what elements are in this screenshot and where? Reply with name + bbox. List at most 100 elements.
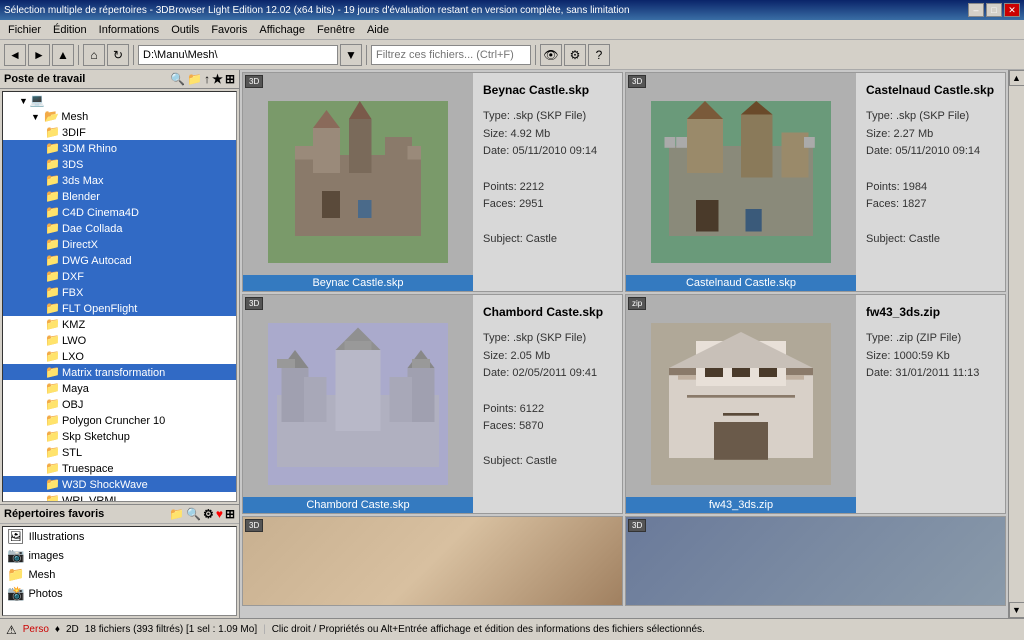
right-scrollbar: ▲ ▼ xyxy=(1008,70,1024,618)
tree-item-maya[interactable]: 📁Maya xyxy=(3,380,236,396)
ws-icon-star[interactable]: ★ xyxy=(212,72,223,86)
fav-item-illustrations[interactable]: 🖼Illustrations xyxy=(3,527,236,546)
help-button[interactable]: ? xyxy=(588,44,610,66)
path-dropdown[interactable]: ▼ xyxy=(340,44,362,66)
tree-item-flt-openflight[interactable]: 📁FLT OpenFlight xyxy=(3,300,236,316)
file-faces-chambord: Faces: 5870 xyxy=(483,418,612,436)
file-card-chambord[interactable]: 3D Chambord Caste.skp Chambord Caste.skp… xyxy=(242,294,623,514)
favorites-icons: 📁 🔍 ⚙ ♥ ⊞ xyxy=(169,507,235,521)
tree-item-skp-sketchup[interactable]: 📁Skp Sketchup xyxy=(3,428,236,444)
favorites-list: 🖼Illustrations📷 images 📁Mesh📸Photos xyxy=(2,526,237,616)
file-card-partial-1[interactable]: 3D xyxy=(625,516,1006,606)
workstation-icons: 🔍 📁 ↑ ★ ⊞ xyxy=(170,72,235,86)
file-date-chambord: Date: 02/05/2011 09:41 xyxy=(483,365,612,383)
tree-item-matrix-transformation[interactable]: 📁Matrix transformation xyxy=(3,364,236,380)
settings-button[interactable]: ⚙ xyxy=(564,44,586,66)
forward-button[interactable]: ► xyxy=(28,44,50,66)
ws-icon-search[interactable]: 🔍 xyxy=(170,72,185,86)
back-button[interactable]: ◄ xyxy=(4,44,26,66)
close-button[interactable]: ✕ xyxy=(1004,3,1020,17)
up-button[interactable]: ▲ xyxy=(52,44,74,66)
file-info-chambord: Chambord Caste.skp Type: .skp (SKP File)… xyxy=(473,295,622,513)
status-perso-label: Perso xyxy=(23,624,49,635)
status-dim-icon: ♦ xyxy=(55,624,60,635)
tree-item-3ds-max[interactable]: 📁3ds Max xyxy=(3,172,236,188)
fav-icon: 📷 xyxy=(7,547,24,564)
titlebar-controls[interactable]: – □ ✕ xyxy=(968,3,1020,17)
tree-item-dae-collada[interactable]: 📁Dae Collada xyxy=(3,220,236,236)
file-caption-chambord: Chambord Caste.skp xyxy=(243,497,473,513)
file-points-chambord: Points: 6122 xyxy=(483,401,612,419)
tree-item-dxf[interactable]: 📁DXF xyxy=(3,268,236,284)
tree-item-lxo[interactable]: 📁LXO xyxy=(3,348,236,364)
status-separator: | xyxy=(263,624,266,635)
file-info-fw43: fw43_3ds.zip Type: .zip (ZIP File) Size:… xyxy=(856,295,1005,513)
file-type-fw43: Type: .zip (ZIP File) xyxy=(866,330,995,348)
scroll-down-button[interactable]: ▼ xyxy=(1009,602,1024,618)
fav-label: images xyxy=(28,550,63,562)
tree-item-wrl-vrml[interactable]: 📁WRL VRML xyxy=(3,492,236,502)
tree-item-3ds[interactable]: 📁3DS xyxy=(3,156,236,172)
file-thumbnail-partial-0: 3D xyxy=(243,517,622,605)
tree-item-truespace[interactable]: 📁Truespace xyxy=(3,460,236,476)
fav-label: Photos xyxy=(28,588,62,600)
filter-input[interactable] xyxy=(371,45,531,65)
file-size-castelnaud: Size: 2.27 Mb xyxy=(866,126,995,144)
tree-item-mesh[interactable]: ▼ 📂Mesh xyxy=(3,108,236,124)
maximize-button[interactable]: □ xyxy=(986,3,1002,17)
tree-item-polygon-cruncher-10[interactable]: 📁Polygon Cruncher 10 xyxy=(3,412,236,428)
fav-icon: 📁 xyxy=(7,566,24,583)
tree-item-obj[interactable]: 📁OBJ xyxy=(3,396,236,412)
favorites-label: Répertoires favoris xyxy=(4,508,104,520)
menu-item-édition[interactable]: Édition xyxy=(47,22,93,38)
ws-icon-grid[interactable]: ⊞ xyxy=(225,72,235,86)
menu-item-fenêtre[interactable]: Fenêtre xyxy=(311,22,361,38)
tree-item-lwo[interactable]: 📁LWO xyxy=(3,332,236,348)
fav-icon-settings[interactable]: ⚙ xyxy=(203,507,214,521)
tree-item-3dif[interactable]: 📁3DIF xyxy=(3,124,236,140)
scroll-up-button[interactable]: ▲ xyxy=(1009,70,1024,86)
menu-item-informations[interactable]: Informations xyxy=(93,22,166,38)
minimize-button[interactable]: – xyxy=(968,3,984,17)
file-card-fw43[interactable]: zip fw43_3ds.zip fw43_3ds.zip Type: .zip… xyxy=(625,294,1006,514)
favorites-header: Répertoires favoris 📁 🔍 ⚙ ♥ ⊞ xyxy=(0,505,239,524)
file-card-castelnaud[interactable]: 3D Castelnaud Castle.skp Castelnaud Cast… xyxy=(625,72,1006,292)
tree-item-kmz[interactable]: 📁KMZ xyxy=(3,316,236,332)
fav-item-images[interactable]: 📷 images xyxy=(3,546,236,565)
file-subject-castelnaud: Subject: Castle xyxy=(866,231,995,249)
view-button[interactable]: 👁 xyxy=(540,44,562,66)
file-card-beynac[interactable]: 3D Beynac Castle.skp Beynac Castle.skp T… xyxy=(242,72,623,292)
tree-item-c4d-cinema4d[interactable]: 📁C4D Cinema4D xyxy=(3,204,236,220)
file-caption-beynac: Beynac Castle.skp xyxy=(243,275,473,291)
refresh-button[interactable]: ↻ xyxy=(107,44,129,66)
tree-item-3dm-rhino[interactable]: 📁3DM Rhino xyxy=(3,140,236,156)
file-info-beynac: Beynac Castle.skp Type: .skp (SKP File) … xyxy=(473,73,622,291)
menu-item-outils[interactable]: Outils xyxy=(165,22,205,38)
fav-label: Illustrations xyxy=(29,531,85,543)
tree-item-fbx[interactable]: 📁FBX xyxy=(3,284,236,300)
path-input[interactable] xyxy=(138,45,338,65)
tree-item-w3d-shockwave[interactable]: 📁W3D ShockWave xyxy=(3,476,236,492)
tree-item-dwg-autocad[interactable]: 📁DWG Autocad xyxy=(3,252,236,268)
ws-icon-up[interactable]: ↑ xyxy=(204,72,210,86)
ws-icon-folder-new[interactable]: 📁 xyxy=(187,72,202,86)
fav-icon-folder[interactable]: 📁 xyxy=(169,507,184,521)
menu-item-favoris[interactable]: Favoris xyxy=(205,22,253,38)
file-name-chambord: Chambord Caste.skp xyxy=(483,303,612,322)
file-card-partial-0[interactable]: 3D xyxy=(242,516,623,606)
tree-item-blender[interactable]: 📁Blender xyxy=(3,188,236,204)
file-caption-castelnaud: Castelnaud Castle.skp xyxy=(626,275,856,291)
tree-item-computer[interactable]: ▼💻 xyxy=(3,92,236,108)
tree-item-directx[interactable]: 📁DirectX xyxy=(3,236,236,252)
fav-item-mesh[interactable]: 📁Mesh xyxy=(3,565,236,584)
menu-item-fichier[interactable]: Fichier xyxy=(2,22,47,38)
fav-item-photos[interactable]: 📸Photos xyxy=(3,584,236,603)
fav-icon-heart[interactable]: ♥ xyxy=(216,507,223,521)
file-date-beynac: Date: 05/11/2010 09:14 xyxy=(483,143,612,161)
fav-icon-search[interactable]: 🔍 xyxy=(186,507,201,521)
tree-item-stl[interactable]: 📁STL xyxy=(3,444,236,460)
menu-item-affichage[interactable]: Affichage xyxy=(253,22,311,38)
home-button[interactable]: ⌂ xyxy=(83,44,105,66)
menu-item-aide[interactable]: Aide xyxy=(361,22,395,38)
fav-icon-grid[interactable]: ⊞ xyxy=(225,507,235,521)
